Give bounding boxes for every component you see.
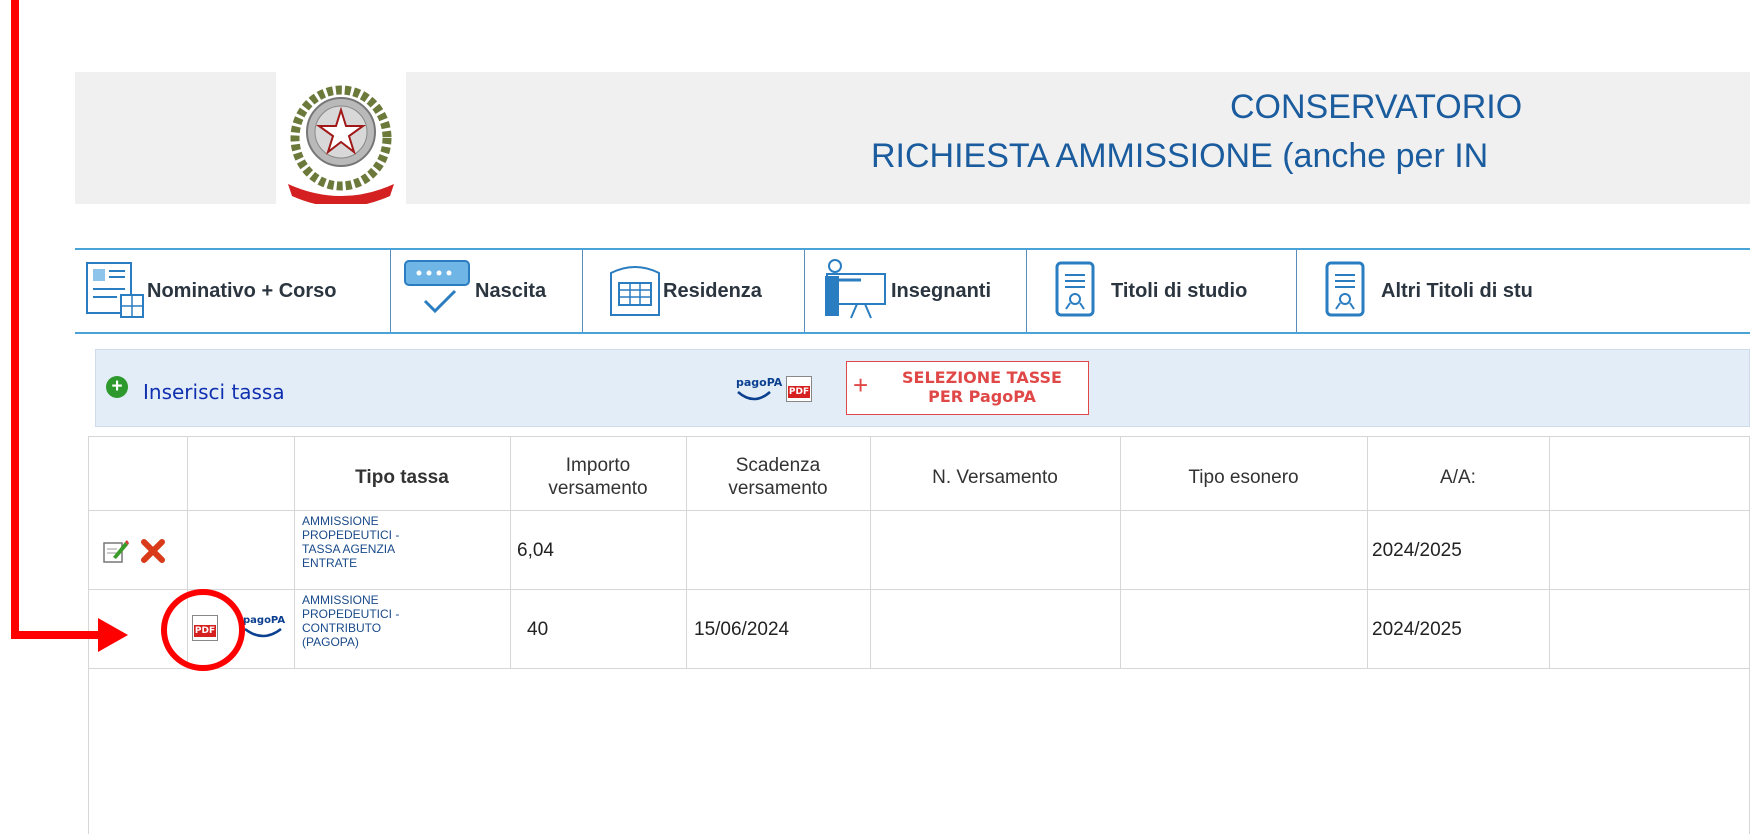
- republic-emblem: [276, 72, 406, 207]
- tab-insegnanti[interactable]: Insegnanti: [805, 250, 1027, 332]
- pdf-label: PDF: [788, 386, 810, 398]
- header-tipo-tassa: Tipo tassa: [355, 467, 449, 488]
- fee-type-line: AMMISSIONE: [302, 514, 379, 528]
- importo-cell: 40: [527, 619, 549, 640]
- header-importo-line1: Importo: [565, 455, 631, 476]
- importo-cell: 6,04: [517, 540, 554, 561]
- row-divider: [88, 668, 1750, 669]
- fee-type-line: CONTRIBUTO: [302, 621, 382, 635]
- pagopa-icon[interactable]: pagoPA: [736, 376, 782, 389]
- tab-label: Insegnanti: [891, 279, 992, 302]
- fee-type-line: PROPEDEUTICI -: [302, 528, 400, 542]
- select-fees-pagopa-button[interactable]: + SELEZIONE TASSE PER PagoPA: [846, 361, 1089, 415]
- header-anno-accademico: A/A:: [1440, 467, 1476, 488]
- page-subtitle: RICHIESTA AMMISSIONE (anche per IN: [871, 137, 1489, 175]
- pdf-icon[interactable]: PDF: [786, 376, 812, 402]
- plus-icon: +: [853, 370, 869, 400]
- fee-type-line: (PAGOPA): [302, 635, 359, 649]
- header-scadenza-line1: Scadenza: [735, 455, 821, 476]
- section-nav: Nominativo + Corso Nascita Residenza Ins…: [75, 248, 1750, 334]
- building-icon: [607, 259, 663, 324]
- fee-type-line: ENTRATE: [302, 556, 358, 570]
- certificate-icon: [1053, 259, 1097, 324]
- header-tipo-esonero: Tipo esonero: [1188, 467, 1299, 488]
- column-divider: [1549, 436, 1550, 668]
- certificate-icon: [1323, 259, 1367, 324]
- fee-type-line: TASSA AGENZIA: [302, 542, 396, 556]
- tab-label: Titoli di studio: [1111, 279, 1248, 302]
- tab-residenza[interactable]: Residenza: [583, 250, 805, 332]
- tab-label: Altri Titoli di stu: [1381, 279, 1533, 302]
- annotation-arrow: [11, 0, 245, 671]
- header-scadenza: Scadenza versamento: [686, 454, 870, 500]
- row-divider: [88, 510, 1750, 511]
- header-scadenza-line2: versamento: [728, 478, 828, 499]
- header-importo: Importo versamento: [510, 454, 686, 500]
- select-fees-line1: SELEZIONE TASSE: [902, 368, 1062, 387]
- row-divider: [88, 589, 1750, 590]
- fee-type-line: AMMISSIONE: [302, 593, 379, 607]
- pagopa-swoosh-icon: [737, 391, 771, 401]
- fee-type-text: AMMISSIONE PROPEDEUTICI - CONTRIBUTO (PA…: [302, 593, 399, 649]
- scadenza-cell: 15/06/2024: [694, 619, 790, 640]
- checkmark-card-icon: [403, 259, 475, 324]
- fee-type-line: PROPEDEUTICI -: [302, 607, 400, 621]
- select-fees-line2: PER PagoPA: [928, 387, 1036, 406]
- fee-toolbar: + Inserisci tassa pagoPA PDF + SELEZIONE…: [95, 349, 1750, 427]
- teacher-board-icon: [821, 258, 891, 325]
- tab-altri-titoli-di-studio[interactable]: Altri Titoli di stu: [1297, 250, 1750, 332]
- fee-type-text: AMMISSIONE PROPEDEUTICI - TASSA AGENZIA …: [302, 514, 399, 570]
- header-n-versamento: N. Versamento: [932, 467, 1058, 488]
- tab-titoli-di-studio[interactable]: Titoli di studio: [1027, 250, 1297, 332]
- header-importo-line2: versamento: [548, 478, 648, 499]
- anno-accademico-cell: 2024/2025: [1372, 619, 1462, 640]
- annotation-circle: [161, 589, 245, 671]
- tab-label: Residenza: [663, 279, 762, 302]
- tab-nascita[interactable]: Nascita: [391, 250, 583, 332]
- page-title: CONSERVATORIO: [1230, 88, 1523, 126]
- tab-label: Nascita: [475, 279, 547, 302]
- anno-accademico-cell: 2024/2025: [1372, 540, 1462, 561]
